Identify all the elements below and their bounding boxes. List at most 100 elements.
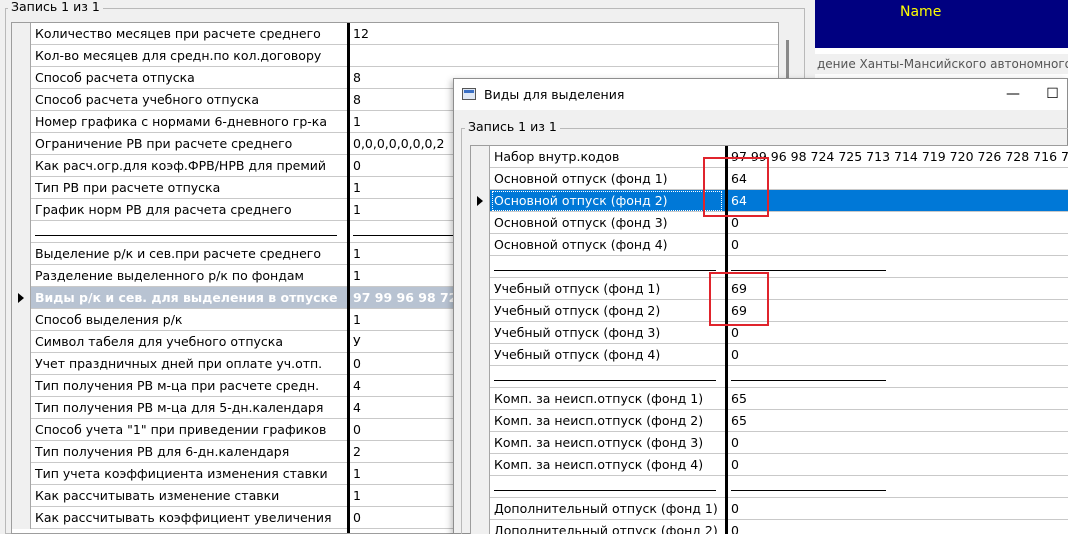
table-row[interactable]: Дополнительный отпуск (фонд 1) 0 xyxy=(471,498,1068,520)
header-title: Name xyxy=(900,4,942,20)
row-indicator[interactable] xyxy=(12,485,31,507)
row-indicator[interactable] xyxy=(12,45,31,67)
param-label: Способ расчета отпуска xyxy=(35,70,195,85)
row-indicator[interactable] xyxy=(12,265,31,287)
separator-row[interactable] xyxy=(471,476,1068,498)
param-value[interactable]: 65 xyxy=(728,388,1068,410)
row-indicator[interactable] xyxy=(471,344,490,366)
dialog-titlebar[interactable]: Виды для выделения — ☐ xyxy=(454,79,1067,110)
param-value[interactable] xyxy=(350,45,778,67)
row-indicator[interactable] xyxy=(12,133,31,155)
row-indicator[interactable] xyxy=(471,366,490,388)
param-value[interactable]: 12 xyxy=(350,23,778,45)
row-indicator[interactable] xyxy=(12,287,31,309)
row-indicator[interactable] xyxy=(12,463,31,485)
separator-line xyxy=(494,380,716,381)
table-row[interactable]: Набор внутр.кодов 97 99 96 98 724 725 713… xyxy=(471,146,1068,168)
table-row[interactable]: Основной отпуск (фонд 1) 64 xyxy=(471,168,1068,190)
maximize-button[interactable]: ☐ xyxy=(1036,79,1068,110)
row-indicator[interactable] xyxy=(471,454,490,476)
row-indicator[interactable] xyxy=(471,146,490,168)
param-value[interactable]: 64 xyxy=(728,168,1068,190)
param-value[interactable]: 0 xyxy=(728,520,1068,534)
row-indicator[interactable] xyxy=(471,388,490,410)
row-indicator[interactable] xyxy=(12,397,31,419)
separator-row[interactable] xyxy=(471,366,1068,388)
table-row[interactable]: Количество месяцев при расчете среднего 1… xyxy=(12,23,778,45)
table-row[interactable]: Комп. за неисп.отпуск (фонд 1) 65 xyxy=(471,388,1068,410)
row-indicator[interactable] xyxy=(12,199,31,221)
row-indicator[interactable] xyxy=(471,190,490,212)
row-indicator[interactable] xyxy=(12,243,31,265)
row-indicator[interactable] xyxy=(12,375,31,397)
param-value[interactable]: 0 xyxy=(728,454,1068,476)
param-label: Кол-во месяцев для средн.по кол.договору xyxy=(35,48,322,63)
row-indicator[interactable] xyxy=(12,23,31,45)
param-value[interactable]: 0 xyxy=(728,322,1068,344)
table-row[interactable]: Учебный отпуск (фонд 1) 69 xyxy=(471,278,1068,300)
param-value[interactable]: 69 xyxy=(728,278,1068,300)
row-indicator[interactable] xyxy=(12,353,31,375)
param-value[interactable]: 64 xyxy=(728,190,1068,212)
row-indicator[interactable] xyxy=(12,419,31,441)
minimize-button[interactable]: — xyxy=(990,79,1036,110)
table-row[interactable]: Комп. за неисп.отпуск (фонд 3) 0 xyxy=(471,432,1068,454)
row-indicator[interactable] xyxy=(12,309,31,331)
table-row[interactable]: Основной отпуск (фонд 3) 0 xyxy=(471,212,1068,234)
separator-row[interactable] xyxy=(471,256,1068,278)
row-indicator[interactable] xyxy=(471,520,490,534)
param-label: Основной отпуск (фонд 4) xyxy=(494,237,668,252)
param-label: Комп. за неисп.отпуск (фонд 2) xyxy=(494,413,704,428)
table-row[interactable]: Основной отпуск (фонд 2) 64 xyxy=(471,190,1068,212)
row-indicator[interactable] xyxy=(12,507,31,529)
param-label: Тип РВ при расчете отпуска xyxy=(35,180,221,195)
table-row[interactable]: Учебный отпуск (фонд 3) 0 xyxy=(471,322,1068,344)
row-indicator[interactable] xyxy=(471,300,490,322)
row-indicator[interactable] xyxy=(471,498,490,520)
row-indicator[interactable] xyxy=(471,322,490,344)
annotation-highlight-box xyxy=(703,157,769,217)
table-row[interactable]: Комп. за неисп.отпуск (фонд 4) 0 xyxy=(471,454,1068,476)
param-value[interactable]: 69 xyxy=(728,300,1068,322)
table-row[interactable]: Дополнительный отпуск (фонд 2) 0 xyxy=(471,520,1068,534)
row-indicator[interactable] xyxy=(12,177,31,199)
param-label: Комп. за неисп.отпуск (фонд 3) xyxy=(494,435,704,450)
row-indicator[interactable] xyxy=(471,432,490,454)
param-label: Основной отпуск (фонд 2) xyxy=(491,190,723,212)
param-value[interactable]: 0 xyxy=(728,432,1068,454)
param-value[interactable]: 97 99 96 98 724 725 713 714 719 720 726 … xyxy=(728,146,1068,168)
row-indicator[interactable] xyxy=(471,168,490,190)
row-indicator[interactable] xyxy=(471,476,490,498)
window-icon xyxy=(462,88,476,100)
row-indicator[interactable] xyxy=(471,256,490,278)
row-indicator[interactable] xyxy=(12,67,31,89)
table-row[interactable]: Учебный отпуск (фонд 2) 69 xyxy=(471,300,1068,322)
row-indicator[interactable] xyxy=(12,441,31,463)
row-indicator[interactable] xyxy=(12,155,31,177)
row-indicator[interactable] xyxy=(12,331,31,353)
row-indicator[interactable] xyxy=(12,221,31,243)
param-value[interactable]: 65 xyxy=(728,410,1068,432)
row-indicator[interactable] xyxy=(12,89,31,111)
param-value[interactable]: 0 xyxy=(728,234,1068,256)
table-row[interactable]: Основной отпуск (фонд 4) 0 xyxy=(471,234,1068,256)
param-value[interactable]: 0 xyxy=(728,344,1068,366)
param-label: Тип получения РВ м-ца для 5-дн.календаря xyxy=(35,400,324,415)
row-indicator[interactable] xyxy=(471,278,490,300)
param-value[interactable]: 0 xyxy=(728,498,1068,520)
separator-line xyxy=(731,270,886,271)
row-indicator[interactable] xyxy=(471,410,490,432)
table-row[interactable]: Учебный отпуск (фонд 4) 0 xyxy=(471,344,1068,366)
param-label: Тип получения РВ для 6-дн.календаря xyxy=(35,444,290,459)
table-row[interactable]: Кол-во месяцев для средн.по кол.договору xyxy=(12,45,778,67)
grid-column-divider xyxy=(347,23,350,533)
row-indicator[interactable] xyxy=(471,212,490,234)
separator-line xyxy=(731,380,886,381)
row-indicator[interactable] xyxy=(12,111,31,133)
header-panel xyxy=(815,0,1068,48)
row-indicator[interactable] xyxy=(471,234,490,256)
dialog-params-grid[interactable]: Дополнительный отпуск (фонд 2) 0 Дополните… xyxy=(470,145,1068,534)
param-value[interactable]: 0 xyxy=(728,212,1068,234)
param-label: Учет праздничных дней при оплате уч.отп. xyxy=(35,356,323,371)
table-row[interactable]: Комп. за неисп.отпуск (фонд 2) 65 xyxy=(471,410,1068,432)
